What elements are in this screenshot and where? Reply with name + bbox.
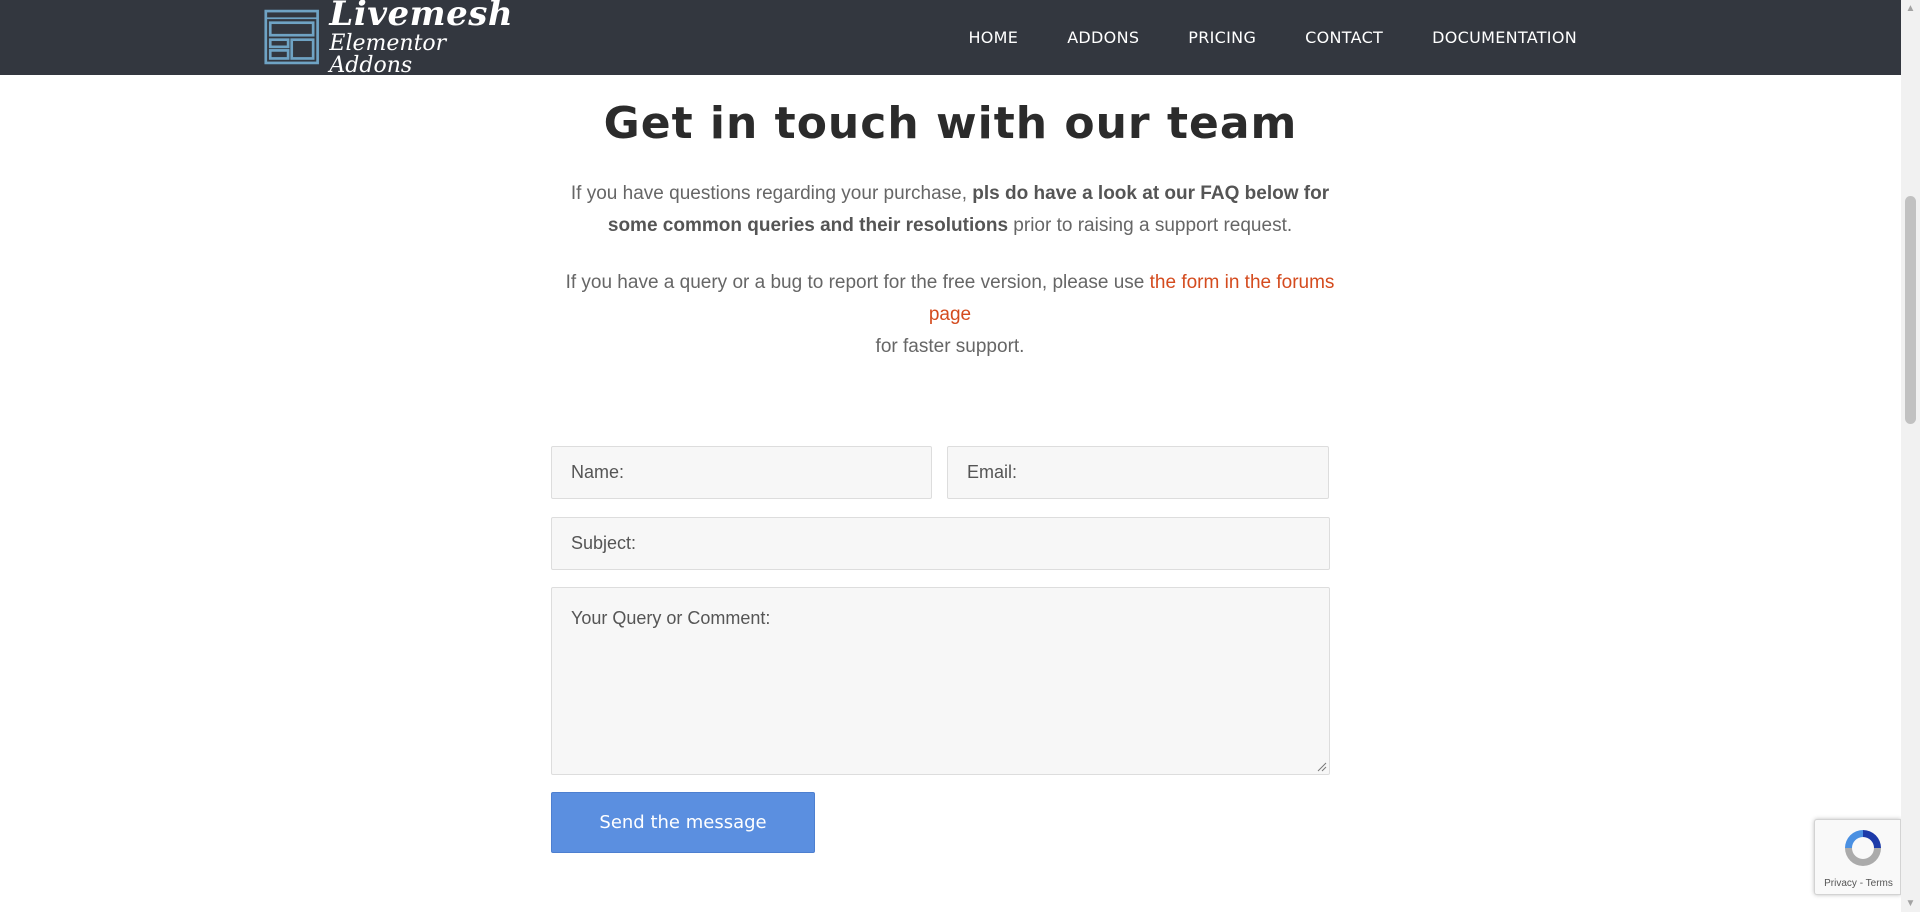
page-title: Get in touch with our team [603,98,1298,149]
scroll-thumb[interactable] [1905,196,1916,424]
recaptcha-links: Privacy - Terms [1815,878,1902,889]
logo-subtitle: Elementor Addons [329,31,447,78]
forum-paragraph: If you have a query or a bug to report f… [550,267,1350,363]
nav-addons[interactable]: ADDONS [1067,28,1139,47]
recaptcha-badge[interactable]: Privacy - Terms [1814,819,1901,895]
comment-placeholder: Your Query or Comment: [571,608,771,628]
logo-title: Livemesh [329,0,514,34]
logo-icon [264,9,319,65]
send-message-button[interactable]: Send the message [551,792,815,853]
forum-text-2: for faster support. [875,336,1025,357]
email-field[interactable]: Email: [947,446,1329,499]
scroll-up-icon[interactable]: ▲ [1901,0,1920,17]
name-placeholder: Name: [571,462,625,482]
nav-home[interactable]: HOME [968,28,1018,47]
name-field[interactable]: Name: [551,446,932,499]
page-scrollbar[interactable]: ▲ ▼ [1901,0,1920,912]
scroll-down-icon[interactable]: ▼ [1901,895,1920,912]
intro-text-2: prior to raising a support request. [1008,215,1293,236]
main-nav: HOME ADDONS PRICING CONTACT DOCUMENTATIO… [968,0,1577,75]
site-logo[interactable]: Livemesh Elementor Addons [264,0,514,77]
intro-text-1: If you have questions regarding your pur… [570,183,973,204]
nav-documentation[interactable]: DOCUMENTATION [1432,28,1577,47]
subject-placeholder: Subject: [571,533,637,553]
nav-contact[interactable]: CONTACT [1305,28,1383,47]
privacy-link[interactable]: Privacy [1824,878,1857,889]
email-placeholder: Email: [967,462,1018,482]
recaptcha-separator: - [1856,878,1866,889]
nav-pricing[interactable]: PRICING [1188,28,1256,47]
recaptcha-icon [1845,830,1881,866]
intro-paragraph: If you have questions regarding your pur… [550,178,1350,242]
resize-grip-icon[interactable] [1317,762,1327,772]
site-header: Livemesh Elementor Addons HOME ADDONS PR… [0,0,1901,77]
terms-link[interactable]: Terms [1866,878,1893,889]
comment-textarea[interactable]: Your Query or Comment: [551,587,1330,775]
forum-text-1: If you have a query or a bug to report f… [565,272,1150,293]
subject-field[interactable]: Subject: [551,517,1330,570]
